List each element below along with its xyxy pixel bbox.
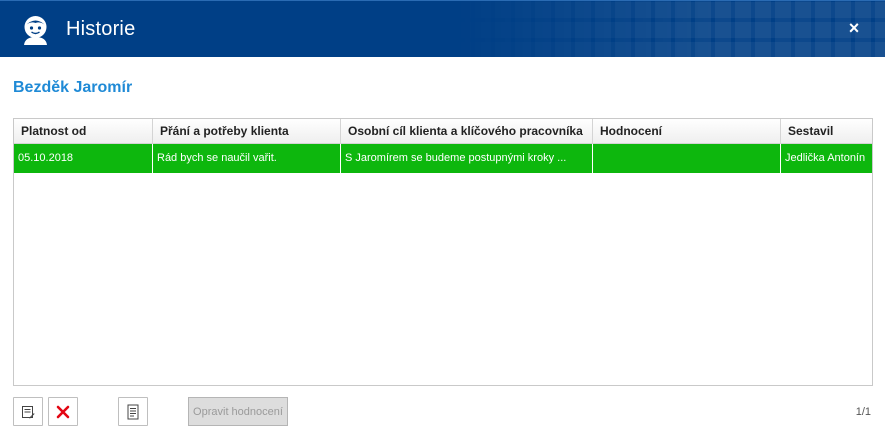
cell-author: Jedlička Antonín <box>785 152 866 164</box>
history-table: Platnost od Přání a potřeby klienta Osob… <box>13 118 873 386</box>
cell-personal-goal: S Jaromírem se budeme postupnými kroky .… <box>341 144 593 173</box>
delete-button[interactable] <box>48 397 78 426</box>
title-bar: Historie × <box>0 0 885 57</box>
person-app-icon <box>24 16 47 45</box>
cell-valid-from: 05.10.2018 <box>14 144 153 173</box>
window-title: Historie <box>66 18 136 40</box>
document-icon <box>127 404 139 419</box>
page-indicator: 1/1 <box>855 406 871 418</box>
column-header-author[interactable]: Sestavil <box>781 119 872 143</box>
close-icon[interactable]: × <box>843 17 865 39</box>
edit-note-icon <box>22 405 35 418</box>
column-header-personal-goal[interactable]: Osobní cíl klienta a klíčového pracovník… <box>341 119 593 143</box>
fix-rating-button[interactable]: Opravit hodnocení <box>188 397 288 426</box>
document-button[interactable] <box>118 397 148 426</box>
column-header-wishes[interactable]: Přání a potřeby klienta <box>153 119 341 143</box>
column-header-valid-from[interactable]: Platnost od <box>14 119 153 143</box>
cell-rating <box>593 144 781 173</box>
title-bar-pattern <box>455 1 885 57</box>
table-header: Platnost od Přání a potřeby klienta Osob… <box>14 119 872 144</box>
table-row[interactable]: 05.10.2018 Rád bych se naučil vařit. S J… <box>14 144 872 173</box>
client-name: Bezděk Jaromír <box>13 79 133 96</box>
cell-wishes: Rád bych se naučil vařit. <box>153 144 341 173</box>
edit-button[interactable] <box>13 397 43 426</box>
column-header-rating[interactable]: Hodnocení <box>593 119 781 143</box>
delete-x-icon <box>56 405 70 418</box>
